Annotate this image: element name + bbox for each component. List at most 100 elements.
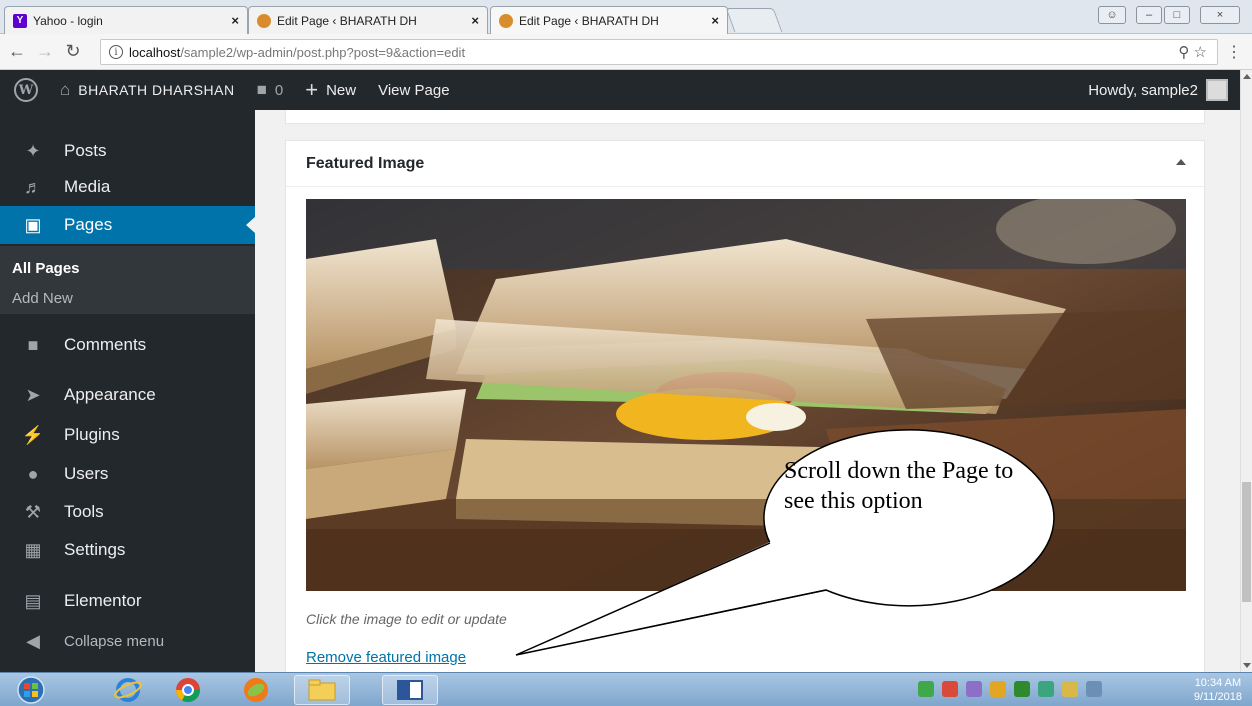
wp-admin-bar: W ⌂ BHARATH DHARSHAN ■ 0 + New View Page…	[0, 70, 1240, 110]
tray-icon[interactable]	[966, 681, 982, 697]
elementor-icon: ▤	[24, 590, 42, 611]
url-input[interactable]: i localhost/sample2/wp-admin/post.php?po…	[100, 39, 1218, 65]
address-bar: ← → ↻ i localhost/sample2/wp-admin/post.…	[0, 34, 1252, 70]
browser-tab-edit-page-1[interactable]: Edit Page ‹ BHARATH DH ×	[248, 6, 488, 34]
sidebar-item-label: Users	[64, 464, 109, 483]
url-path: /sample2/wp-admin/post.php?post=9&action…	[180, 44, 466, 60]
main-content: Featured Image Click the image to edit o…	[255, 110, 1240, 672]
sandwich-image	[306, 199, 1186, 591]
scroll-down-icon[interactable]	[1243, 663, 1251, 668]
browser-menu-icon[interactable]: ⋮	[1226, 42, 1242, 62]
site-icon	[257, 13, 271, 28]
submenu-add-new[interactable]: Add New	[12, 290, 73, 307]
close-window-icon[interactable]: ×	[1200, 6, 1240, 24]
maximize-icon[interactable]: □	[1164, 6, 1190, 24]
brush-icon: ➤	[25, 384, 41, 405]
forward-icon[interactable]: →	[34, 41, 56, 62]
sidebar-item-users[interactable]: ● Users	[0, 455, 255, 493]
metabox-title[interactable]: Featured Image	[286, 141, 1204, 187]
new-tab-button[interactable]	[725, 8, 783, 32]
minimize-icon[interactable]: –	[1136, 6, 1162, 24]
sidebar-item-plugins[interactable]: ⚡ Plugins	[0, 416, 255, 454]
site-name-link[interactable]: ⌂ BHARATH DHARSHAN	[60, 80, 235, 100]
profile-icon[interactable]: ☺	[1098, 6, 1126, 24]
clock-date: 9/11/2018	[1193, 691, 1242, 703]
network-icon[interactable]	[1086, 681, 1102, 697]
word-icon[interactable]	[382, 675, 438, 705]
taskbar-clock[interactable]: 10:34 AM 9/11/2018	[1194, 676, 1242, 704]
system-tray	[918, 681, 1102, 697]
page-scrollbar[interactable]	[1240, 70, 1252, 672]
scroll-up-icon[interactable]	[1243, 74, 1251, 79]
sidebar-item-label: Posts	[64, 141, 107, 160]
collapse-icon: ◀	[26, 630, 40, 651]
start-button[interactable]	[6, 675, 56, 705]
file-explorer-icon[interactable]	[294, 675, 350, 705]
tray-icon[interactable]	[942, 681, 958, 697]
tray-icon[interactable]	[1014, 681, 1030, 697]
sidebar-item-label: Collapse menu	[64, 632, 165, 650]
submenu-all-pages[interactable]: All Pages	[12, 260, 80, 277]
scrollbar-thumb[interactable]	[1242, 482, 1251, 602]
sidebar-item-label: Settings	[64, 540, 126, 559]
sidebar-item-media[interactable]: ♬ Media	[0, 168, 255, 206]
sidebar-item-pages[interactable]: ▣ Pages	[0, 206, 255, 244]
avatar	[1206, 79, 1228, 101]
tray-icon[interactable]	[990, 681, 1006, 697]
tray-icon[interactable]	[1062, 681, 1078, 697]
tab-title: Edit Page ‹ BHARATH DH	[519, 13, 659, 28]
featured-image[interactable]	[306, 199, 1186, 591]
collapse-toggle-icon[interactable]	[1176, 159, 1186, 165]
sidebar-item-label: Plugins	[64, 425, 120, 444]
tray-icon[interactable]	[918, 681, 934, 697]
collapse-menu-button[interactable]: ◀ Collapse menu	[0, 622, 255, 660]
tab-title: Yahoo - login	[33, 13, 103, 28]
sidebar-item-settings[interactable]: ▦ Settings	[0, 531, 255, 569]
comments-count: 0	[274, 81, 284, 99]
sidebar-item-appearance[interactable]: ➤ Appearance	[0, 376, 255, 414]
sidebar-item-comments[interactable]: ■ Comments	[0, 326, 255, 364]
chrome-icon[interactable]	[160, 675, 216, 705]
reload-icon[interactable]: ↻	[62, 41, 84, 62]
browser-tab-edit-page-2[interactable]: Edit Page ‹ BHARATH DH ×	[490, 6, 728, 34]
callout-text: Scroll down the Page to see this option	[784, 458, 1014, 514]
windows-taskbar: 10:34 AM 9/11/2018	[0, 672, 1252, 706]
wordpress-logo-icon[interactable]: W	[14, 78, 38, 102]
view-page-label: View Page	[378, 81, 450, 99]
plugin-icon: ⚡	[21, 424, 45, 445]
zoom-and-bookmark-icons[interactable]: ⚲ ☆	[1178, 43, 1207, 61]
close-icon[interactable]: ×	[711, 13, 719, 28]
tray-icon[interactable]	[1038, 681, 1054, 697]
account-menu[interactable]: Howdy, sample2	[1088, 79, 1228, 101]
sidebar-item-label: Elementor	[64, 591, 142, 610]
app-icon[interactable]	[228, 675, 284, 705]
site-name: BHARATH DHARSHAN	[78, 82, 235, 98]
pin-icon: ✦	[25, 140, 41, 161]
browser-tab-strip: Y Yahoo - login × Edit Page ‹ BHARATH DH…	[0, 0, 1252, 34]
sidebar-item-posts[interactable]: ✦ Posts	[0, 132, 255, 170]
comments-link[interactable]: ■ 0	[257, 80, 284, 100]
sidebar-item-label: Tools	[64, 502, 104, 521]
remove-featured-image-link[interactable]: Remove featured image	[306, 649, 466, 666]
sidebar-item-elementor[interactable]: ▤ Elementor	[0, 582, 255, 620]
pages-icon: ▣	[24, 214, 42, 235]
back-icon[interactable]: ←	[6, 41, 28, 62]
pages-submenu: All Pages Add New	[0, 246, 255, 314]
howdy-label: Howdy, sample2	[1088, 81, 1198, 99]
close-icon[interactable]: ×	[471, 13, 479, 28]
sidebar-item-label: Pages	[64, 215, 113, 234]
comment-bubble-icon: ■	[256, 80, 267, 99]
media-icon: ♬	[24, 176, 42, 197]
plus-icon: +	[305, 77, 319, 102]
admin-sidebar: ✦ Posts ♬ Media ▣ Pages All Pages Add Ne…	[0, 110, 255, 672]
featured-image-howto: Click the image to edit or update	[306, 611, 507, 627]
sidebar-item-tools[interactable]: ⚒ Tools	[0, 493, 255, 531]
clock-time: 10:34 AM	[1194, 677, 1242, 689]
new-content-link[interactable]: + New	[305, 77, 356, 103]
new-label: New	[326, 81, 357, 99]
close-icon[interactable]: ×	[231, 13, 239, 28]
info-icon[interactable]: i	[109, 45, 123, 59]
view-page-link[interactable]: View Page	[378, 82, 449, 99]
browser-tab-yahoo[interactable]: Y Yahoo - login ×	[4, 6, 248, 34]
internet-explorer-icon[interactable]	[100, 675, 156, 705]
